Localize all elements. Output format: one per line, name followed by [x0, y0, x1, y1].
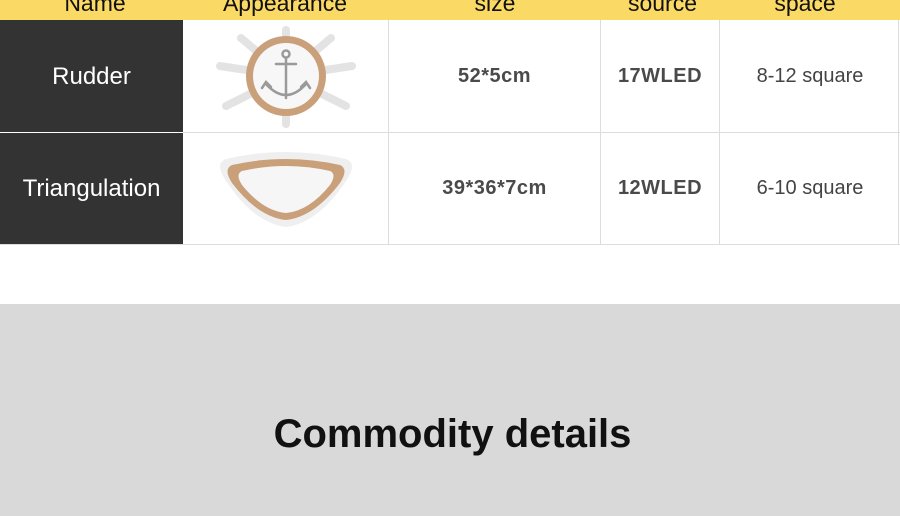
row-name: Rudder: [0, 20, 183, 133]
commodity-details-banner: Commodity details: [0, 304, 900, 516]
row-appearance: [183, 133, 388, 244]
row-source: 17WLED: [617, 65, 703, 87]
row-name: Triangulation: [0, 133, 183, 244]
table-header: Name Appearance size source space: [0, 0, 900, 20]
header-name: Name: [64, 0, 126, 16]
row-size: 52*5cm: [457, 65, 532, 87]
row-space: 6-10 square: [756, 177, 864, 199]
row-divider: [183, 132, 900, 133]
row-size: 39*36*7cm: [442, 177, 547, 199]
header-appearance: Appearance: [222, 0, 348, 16]
header-space: space: [774, 0, 836, 16]
name-divider: [0, 132, 183, 133]
table-row: Rudder 52*5cm 17WLED 8-12 square: [0, 20, 900, 133]
section-title: Commodity details: [273, 412, 632, 456]
header-source: source: [627, 0, 698, 16]
table-row: Triangulation 39*36*7cm 12WLED 6-10 squa…: [0, 133, 900, 244]
row-source: 12WLED: [617, 177, 703, 199]
header-size: size: [474, 0, 516, 16]
rounded-triangle-lamp-icon: [219, 152, 352, 227]
row-divider: [0, 244, 900, 245]
row-appearance: [183, 20, 388, 133]
ship-wheel-lamp-icon: [215, 26, 356, 128]
row-space: 8-12 square: [756, 65, 864, 87]
